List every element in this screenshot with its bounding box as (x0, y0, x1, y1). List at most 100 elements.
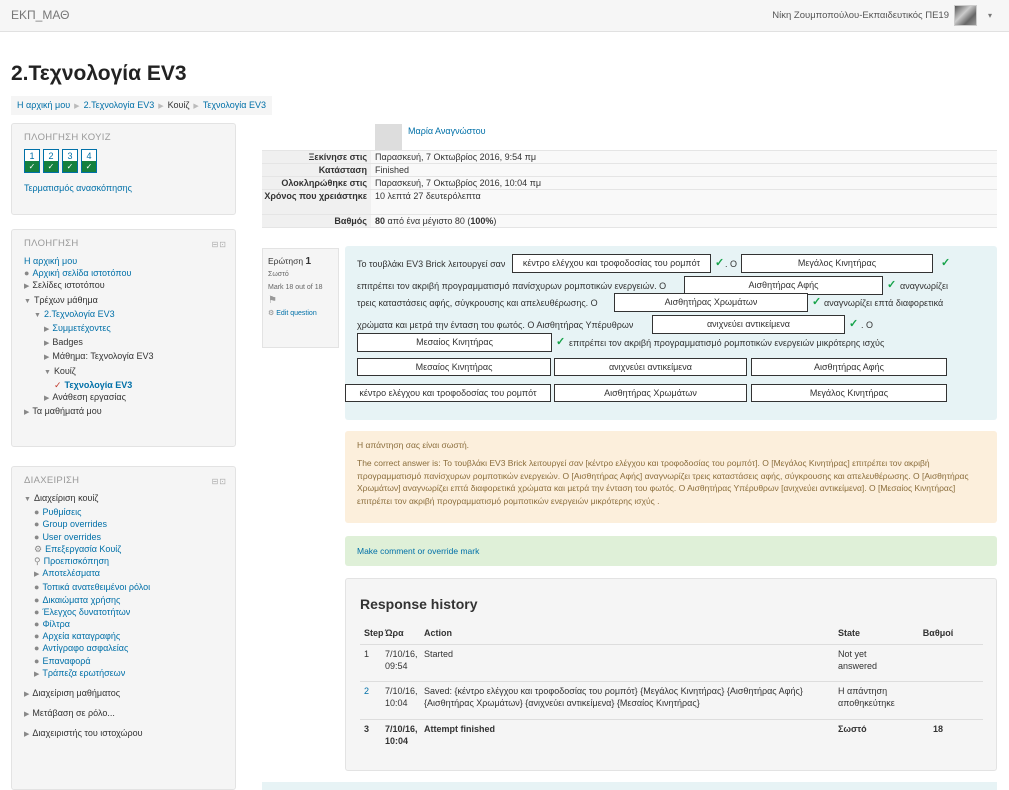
admin-item-question-bank[interactable]: ▶ Τράπεζα ερωτήσεων (24, 667, 223, 681)
nav-item-my-courses[interactable]: ▶ Τα μαθήματά μου (24, 405, 223, 419)
check-icon: ✓ (887, 279, 897, 291)
admin-item-backup[interactable]: ● Αντίγραφο ασφαλείας (24, 642, 223, 654)
drop-zone-2[interactable]: Μεγάλος Κινητήρας (741, 254, 933, 273)
check-icon: ✓ (63, 161, 77, 172)
choice-item-3[interactable]: Αισθητήρας Αφής (751, 358, 947, 376)
drop-zone-5[interactable]: ανιχνεύει αντικείμενα (652, 315, 845, 334)
nav-item-site-home[interactable]: ● Αρχική σελίδα ιστοτόπου (24, 267, 223, 279)
drop-zone-1[interactable]: κέντρο ελέγχου και τροφοδοσίας του ρομπό… (512, 254, 711, 273)
admin-item-quiz-admin[interactable]: ▼ Διαχείριση κουίζ (24, 492, 223, 506)
finish-review-link[interactable]: Τερματισμός ανασκόπησης (24, 183, 223, 193)
question-mark: Mark 18 out of 18 (268, 284, 323, 291)
admin-item-course-admin[interactable]: ▶ Διαχείριση μαθήματος (24, 687, 223, 701)
table-header-row: Step Ώρα Action State Βαθμοί (364, 628, 954, 638)
nav-item-assignment[interactable]: ▶ Ανάθεση εργασίας (24, 391, 223, 405)
block-controls-icon[interactable]: ⊟⊡ (212, 477, 227, 486)
check-icon: ✓ (941, 257, 951, 269)
student-name-link[interactable]: Μαρία Αναγνώστου (408, 126, 486, 136)
admin-item-local-roles[interactable]: ● Τοπικά ανατεθειμένοι ρόλοι (24, 581, 223, 593)
breadcrumb-quiz[interactable]: Κουίζ (168, 100, 190, 110)
nav-item-home[interactable]: Η αρχική μου (24, 255, 223, 267)
navigation-block: ΠΛΟΗΓΗΣΗ ⊟⊡ Η αρχική μου ● Αρχική σελίδα … (11, 229, 236, 447)
completed-on-value: Παρασκευή, 7 Οκτωβρίος 2016, 10:04 πμ (371, 177, 997, 189)
choice-item-2[interactable]: ανιχνεύει αντικείμενα (554, 358, 747, 376)
navigation-title: ΠΛΟΗΓΗΣΗ (24, 238, 79, 249)
check-icon: ✓ (812, 296, 822, 308)
nav-item-participants[interactable]: ▶ Συμμετέχοντες (24, 322, 223, 336)
time-taken-value: 10 λεπτά 27 δευτερόλεπτα (371, 190, 997, 214)
choice-item-5[interactable]: Αισθητήρας Χρωμάτων (554, 384, 747, 402)
admin-item-results[interactable]: ▶ Αποτελέσματα (24, 567, 223, 581)
edit-question-link[interactable]: ⚙ Edit question (268, 307, 333, 320)
admin-item-logs[interactable]: ● Αρχεία καταγραφής (24, 630, 223, 642)
nav-item-badges[interactable]: ▶ Badges (24, 336, 223, 350)
admin-item-filters[interactable]: ● Φίλτρα (24, 618, 223, 630)
quiz-nav-question-2[interactable]: 2 ✓ (43, 149, 59, 173)
choice-item-4[interactable]: κέντρο ελέγχου και τροφοδοσίας του ρομπό… (345, 384, 551, 402)
drop-zone-4[interactable]: Αισθητήρας Χρωμάτων (614, 293, 808, 312)
make-comment-link[interactable]: Make comment or override mark (357, 546, 479, 556)
check-icon: ✓ (556, 336, 566, 348)
nav-item-lesson[interactable]: ▶ Μάθημα: Τεχνολογία EV3 (24, 350, 223, 364)
comment-panel: Make comment or override mark (345, 536, 997, 566)
nav-item-current-course[interactable]: ▼ Τρέχων μάθημα (24, 294, 223, 308)
admin-item-user-overrides[interactable]: ● User overrides (24, 531, 223, 543)
breadcrumb-home[interactable]: Η αρχική μου (17, 100, 70, 110)
quiz-navigation-block: ΠΛΟΗΓΗΣΗ ΚΟΥΙΖ 1 ✓ 2 ✓ 3 ✓ 4 ✓ Τερματισμός α… (11, 123, 236, 215)
page-title: 2.Τεχνολογία EV3 (11, 62, 187, 85)
question-status: Σωστό (268, 271, 289, 278)
admin-item-edit-quiz[interactable]: ⚙ Επεξεργασία Κουίζ (24, 543, 223, 555)
nav-item-course[interactable]: ▼ 2.Τεχνολογία EV3 (24, 308, 223, 322)
quiz-nav-title: ΠΛΟΗΓΗΣΗ ΚΟΥΙΖ (24, 132, 111, 143)
quiz-nav-question-4[interactable]: 4 ✓ (81, 149, 97, 173)
breadcrumb-course[interactable]: 2.Τεχνολογία EV3 (84, 100, 155, 110)
drop-zone-6[interactable]: Μεσαίος Κινητήρας (357, 333, 552, 352)
correct-answer-text: The correct answer is: Το τουβλάκι EV3 B… (357, 458, 969, 506)
quiz-nav-question-3[interactable]: 3 ✓ (62, 149, 78, 173)
admin-item-restore[interactable]: ● Επαναφορά (24, 655, 223, 667)
top-navbar: ΕΚΠ_ΜΑΘ Νίκη Ζουμποπούλου-Εκπαιδευτικός … (0, 0, 1009, 32)
administration-block: ΔΙΑΧΕΙΡΙΣΗ ⊟⊡ ▼ Διαχείριση κουίζ ● Ρυθμίσε… (11, 466, 236, 790)
quiz-nav-question-1[interactable]: 1 ✓ (24, 149, 40, 173)
admin-item-switch-role[interactable]: ▶ Μετάβαση σε ρόλο... (24, 707, 223, 721)
question-info: Ερώτηση 1 Σωστό Mark 18 out of 18 ⚑ ⚙ Ed… (262, 248, 339, 348)
admin-item-settings[interactable]: ● Ρυθμίσεις (24, 506, 223, 518)
check-icon: ✓ (849, 318, 859, 330)
breadcrumb-current[interactable]: Τεχνολογία EV3 (203, 100, 266, 110)
table-row: 1 7/10/16, 09:54 Started Not yet answered (360, 644, 983, 681)
block-controls-icon[interactable]: ⊟⊡ (212, 240, 227, 249)
admin-item-check-permissions[interactable]: ● Έλεγχος δυνατοτήτων (24, 606, 223, 618)
flag-icon[interactable]: ⚑ (268, 294, 333, 307)
user-name[interactable]: Νίκη Ζουμποπούλου-Εκπαιδευτικός ΠΕ19 (772, 10, 949, 21)
history-table: Step Ώρα Action State Βαθμοί 1 7/10/16, 09:54… (360, 622, 983, 757)
grade-value: 80 από ένα μέγιστο 80 (100%) (371, 215, 997, 227)
check-icon: ✓ (25, 161, 39, 172)
avatar[interactable] (375, 124, 402, 150)
check-icon: ✓ (44, 161, 58, 172)
search-icon: ⚲ (34, 556, 41, 567)
nav-item-site-pages[interactable]: ▶ Σελίδες ιστοτόπου (24, 279, 223, 293)
table-row: 2 7/10/16, 10:04 Saved: {κέντρο ελέγχου κα… (360, 681, 983, 719)
started-on-value: Παρασκευή, 7 Οκτωβρίος 2016, 9:54 πμ (371, 151, 997, 163)
choice-item-6[interactable]: Μεγάλος Κινητήρας (751, 384, 947, 402)
attempt-summary-table: Μαρία Αναγνώστου Ξεκίνησε στις Παρασκευή,… (262, 124, 997, 228)
step-link[interactable]: 2 (360, 682, 381, 719)
feedback-status: Η απάντηση σας είναι σωστή. (357, 440, 470, 450)
administration-title: ΔΙΑΧΕΙΡΙΣΗ (24, 475, 80, 486)
user-avatar[interactable] (954, 5, 977, 26)
table-row: 3 7/10/16, 10:04 Attempt finished Σωστό 18 (360, 719, 983, 757)
gear-icon: ⚙ (268, 310, 277, 317)
state-value: Finished (371, 164, 997, 176)
response-history: Response history Step Ώρα Action State Βαθμο… (345, 578, 997, 771)
chevron-down-icon[interactable]: ▾ (988, 11, 992, 20)
check-icon: ✓ (715, 257, 725, 269)
admin-item-group-overrides[interactable]: ● Group overrides (24, 518, 223, 530)
site-brand[interactable]: ΕΚΠ_ΜΑΘ (11, 8, 69, 22)
admin-item-permissions[interactable]: ● Δικαιώματα χρήσης (24, 594, 223, 606)
nav-item-current-quiz[interactable]: ✓ Τεχνολογία EV3 (24, 379, 223, 391)
nav-item-quiz[interactable]: ▼ Κουίζ (24, 365, 223, 379)
admin-item-site-admin[interactable]: ▶ Διαχειριστής του ιστοχώρου (24, 727, 223, 741)
admin-item-preview[interactable]: ⚲ Προεπισκόπηση (24, 555, 223, 567)
check-icon: ✓ (82, 161, 96, 172)
choice-item-1[interactable]: Μεσαίος Κινητήρας (357, 358, 551, 376)
